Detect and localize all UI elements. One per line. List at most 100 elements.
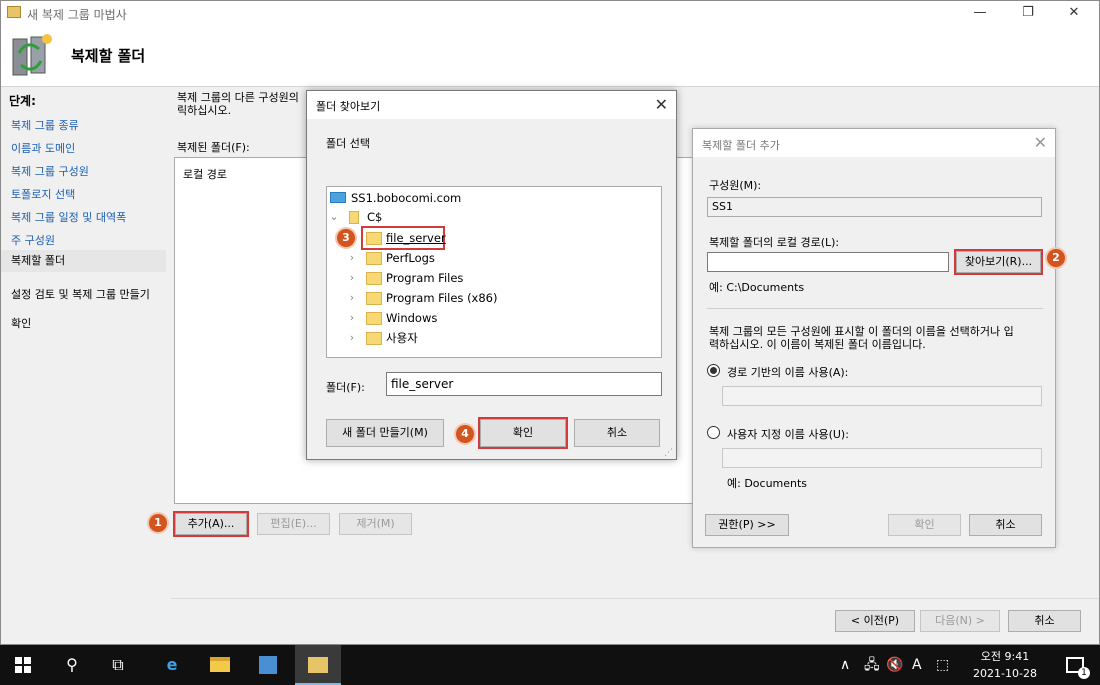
folder-tree[interactable]: SS1.bobocomi.com ⌄ C$ file_server › Perf… xyxy=(326,186,662,358)
step-confirmation: 확인 xyxy=(11,317,32,330)
browse-button[interactable]: 찾아보기(R)... xyxy=(954,249,1043,275)
folder-icon xyxy=(366,252,382,265)
path-name-radio-label[interactable]: 경로 기반의 이름 사용(A): xyxy=(727,364,848,380)
step-badge-3: 3 xyxy=(337,229,355,247)
window-title: 새 복제 그룹 마법사 xyxy=(27,8,127,22)
start-windows-icon[interactable] xyxy=(0,645,46,685)
remove-button: 제거(M) xyxy=(339,513,412,535)
computer-icon xyxy=(330,192,346,203)
local-path-input[interactable] xyxy=(707,252,949,272)
browse-ok-button[interactable]: 확인 xyxy=(478,417,568,449)
step-badge-1: 1 xyxy=(149,514,167,532)
file-explorer-icon[interactable] xyxy=(197,645,243,685)
notification-count: 1 xyxy=(1078,667,1090,679)
task-view-icon[interactable]: ⧉ xyxy=(95,645,141,685)
step-members[interactable]: 복제 그룹 구성원 xyxy=(11,163,89,179)
add-folder-title: 복제할 폴더 추가 xyxy=(702,139,780,152)
folder-icon xyxy=(366,232,382,245)
chevron-right-icon[interactable]: › xyxy=(347,268,357,288)
step-folders-current: 복제할 폴더 xyxy=(1,250,166,272)
input-mode-indicator[interactable]: A xyxy=(912,645,922,685)
ime-icon[interactable]: ⬚ xyxy=(936,645,949,685)
tree-node-users[interactable]: › 사용자 xyxy=(345,328,645,348)
internet-explorer-icon[interactable]: e xyxy=(149,645,195,685)
taskbar: ⚲ ⧉ e ∧ 🖧 🔇 A ⬚ 오전 9:41 2021-10-28 1 xyxy=(0,645,1100,685)
folder-field-label: 폴더(F): xyxy=(326,381,365,394)
show-hidden-icons-icon[interactable]: ∧ xyxy=(840,645,850,685)
new-folder-button[interactable]: 새 폴더 만들기(M) xyxy=(326,419,444,447)
replication-folder-icon xyxy=(12,34,52,76)
step-replication-type[interactable]: 복제 그룹 종류 xyxy=(11,117,79,133)
add-dialog-ok-button: 확인 xyxy=(888,514,961,536)
folder-icon xyxy=(366,332,382,345)
custom-name-field xyxy=(722,448,1042,468)
column-local-path[interactable]: 로컬 경로 xyxy=(183,166,227,182)
server-manager-icon[interactable] xyxy=(245,645,291,685)
add-dialog-cancel-button[interactable]: 취소 xyxy=(969,514,1042,536)
prev-button[interactable]: < 이전(P) xyxy=(835,610,915,632)
chevron-down-icon[interactable]: ⌄ xyxy=(329,207,339,227)
path-name-field xyxy=(722,386,1042,406)
drive-icon xyxy=(349,211,359,224)
resize-grip-icon[interactable]: ⋰ xyxy=(664,448,673,458)
folder-icon xyxy=(366,312,382,325)
restore-button[interactable]: ❐ xyxy=(1005,1,1051,25)
member-field: SS1 xyxy=(707,197,1042,217)
member-label: 구성원(M): xyxy=(709,179,762,192)
step-topology[interactable]: 토폴로지 선택 xyxy=(11,186,75,202)
notifications-icon[interactable]: 1 xyxy=(1052,645,1098,685)
replicated-folders-label: 복제된 폴더(F): xyxy=(177,141,250,154)
wizard-app-icon xyxy=(7,6,21,18)
wizard-steps-nav: 단계: 복제 그룹 종류 이름과 도메인 복제 그룹 구성원 토폴로지 선택 복… xyxy=(1,88,166,598)
browse-title-bar: 폴더 찾아보기 ✕ xyxy=(307,91,676,119)
tree-node-program-files-x86[interactable]: › Program Files (x86) xyxy=(345,288,645,308)
folder-name-input[interactable]: file_server xyxy=(386,372,662,396)
browse-cancel-button[interactable]: 취소 xyxy=(574,419,660,447)
search-icon[interactable]: ⚲ xyxy=(49,645,95,685)
name-description: 복제 그룹의 모든 구성원에 표시할 이 폴더의 이름을 선택하거나 입 력하십… xyxy=(709,325,1014,351)
path-example: 예: C:\Documents xyxy=(709,281,805,294)
dfs-management-icon[interactable] xyxy=(295,645,341,685)
folder-icon xyxy=(366,292,382,305)
divider xyxy=(707,308,1043,309)
step-primary-member[interactable]: 주 구성원 xyxy=(11,232,55,248)
add-folder-title-bar: 복제할 폴더 추가 ✕ xyxy=(693,129,1055,157)
chevron-right-icon[interactable]: › xyxy=(347,308,357,328)
tree-node-windows[interactable]: › Windows xyxy=(345,308,645,328)
select-folder-label: 폴더 선택 xyxy=(326,137,370,150)
chevron-right-icon[interactable]: › xyxy=(347,248,357,268)
permissions-button[interactable]: 권한(P) >> xyxy=(705,514,789,536)
browse-folder-dialog: 폴더 찾아보기 ✕ 폴더 선택 SS1.bobocomi.com ⌄ C$ fi… xyxy=(306,90,677,460)
step-schedule-bandwidth[interactable]: 복제 그룹 일정 및 대역폭 xyxy=(11,209,126,225)
step-name-domain[interactable]: 이름과 도메인 xyxy=(11,140,75,156)
system-clock[interactable]: 오전 9:41 2021-10-28 xyxy=(965,648,1045,682)
add-button[interactable]: 추가(A)... xyxy=(173,511,249,537)
chevron-right-icon[interactable]: › xyxy=(347,288,357,308)
step-badge-2: 2 xyxy=(1047,249,1065,267)
custom-name-radio-label[interactable]: 사용자 지정 이름 사용(U): xyxy=(727,426,849,442)
network-icon[interactable]: 🖧 xyxy=(864,645,880,685)
edit-button: 편집(E)... xyxy=(257,513,330,535)
step-review-create: 설정 검토 및 복제 그룹 만들기 xyxy=(11,288,150,301)
browse-close-icon[interactable]: ✕ xyxy=(655,95,668,114)
chevron-right-icon[interactable]: › xyxy=(347,328,357,348)
wizard-cancel-button[interactable]: 취소 xyxy=(1008,610,1081,632)
add-folder-close-icon[interactable]: ✕ xyxy=(1034,133,1047,152)
tree-node-drive[interactable]: ⌄ C$ xyxy=(327,207,657,227)
folder-icon xyxy=(366,272,382,285)
tree-node-perflogs[interactable]: › PerfLogs xyxy=(345,248,645,268)
path-name-radio[interactable] xyxy=(707,364,720,377)
add-folder-dialog: 복제할 폴더 추가 ✕ 구성원(M): SS1 복제할 폴더의 로컬 경로(L)… xyxy=(692,128,1065,548)
wizard-header: 복제할 폴더 xyxy=(1,25,1099,87)
tree-node-program-files[interactable]: › Program Files xyxy=(345,268,645,288)
minimize-button[interactable]: — xyxy=(957,1,1003,25)
close-button[interactable]: ✕ xyxy=(1051,1,1097,25)
next-button: 다음(N) > xyxy=(920,610,1000,632)
custom-name-radio[interactable] xyxy=(707,426,720,439)
title-bar: 새 복제 그룹 마법사 — ❐ ✕ xyxy=(1,1,1099,25)
tree-node-computer[interactable]: SS1.bobocomi.com xyxy=(327,188,657,208)
volume-muted-icon[interactable]: 🔇 xyxy=(886,645,903,685)
page-heading: 복제할 폴더 xyxy=(71,47,146,65)
tree-node-file-server[interactable]: file_server xyxy=(361,226,446,250)
browse-title: 폴더 찾아보기 xyxy=(316,100,381,113)
